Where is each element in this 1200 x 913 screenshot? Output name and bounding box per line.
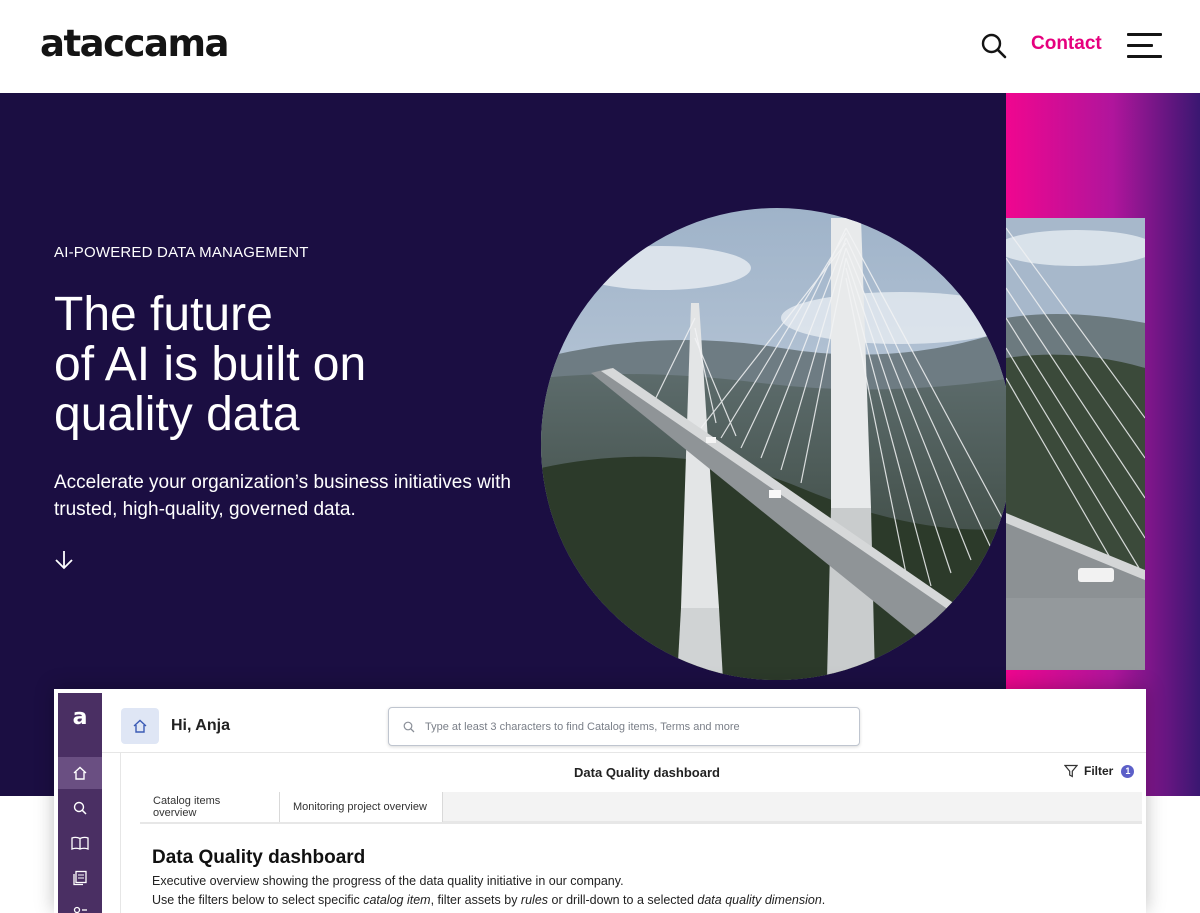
instructions-text: Use the filters below to select specific: [152, 893, 364, 907]
dashboard-title: Data Quality dashboard: [574, 765, 720, 780]
search-icon[interactable]: [980, 32, 1008, 60]
hero-title-line: quality data: [54, 388, 300, 441]
book-icon: [71, 836, 89, 850]
filter-icon: [1064, 764, 1078, 778]
filter-button[interactable]: Filter 1: [1064, 764, 1135, 778]
dashboard-preview: a Hi, Anja Type at least 3 characters to…: [54, 689, 1146, 913]
sidebar-search[interactable]: [58, 792, 102, 824]
user-greeting: Hi, Anja: [171, 717, 230, 734]
hero-title-line: of AI is built on: [54, 338, 367, 391]
dashboard-search[interactable]: [388, 707, 860, 746]
dashboard-instructions: Use the filters below to select specific…: [152, 893, 825, 907]
dashboard-logo[interactable]: a: [58, 705, 102, 730]
home-button[interactable]: [121, 708, 159, 744]
search-icon: [73, 801, 87, 815]
sidebar-settings[interactable]: [58, 897, 102, 913]
instructions-text: .: [821, 893, 826, 907]
menu-bar: [1127, 55, 1162, 58]
documents-icon: [73, 870, 87, 886]
instructions-dimension: data quality dimension: [697, 893, 822, 907]
hero-title: The future of AI is built on quality dat…: [54, 290, 534, 440]
sidebar-catalog[interactable]: [58, 827, 102, 859]
bridge-image-circle: [541, 208, 1013, 680]
tab-catalog-items-overview[interactable]: Catalog items overview: [140, 792, 280, 822]
menu-bar: [1127, 33, 1162, 36]
tab-monitoring-project-overview[interactable]: Monitoring project overview: [280, 792, 443, 822]
hero-title-line: The future: [54, 288, 273, 341]
dashboard-topbar: Hi, Anja: [102, 689, 1146, 753]
instructions-text: , filter assets by: [430, 893, 521, 907]
contact-link[interactable]: Contact: [1031, 33, 1102, 55]
dashboard-tabs: Catalog items overview Monitoring projec…: [140, 792, 1142, 824]
dashboard-description: Executive overview showing the progress …: [152, 874, 624, 888]
ataccama-logo[interactable]: ataccama: [40, 22, 229, 65]
dashboard-search-input[interactable]: [425, 717, 845, 737]
hamburger-menu-icon[interactable]: [1127, 33, 1162, 58]
instructions-rules: rules: [520, 893, 549, 907]
dashboard-heading: Data Quality dashboard: [152, 847, 366, 868]
top-navigation: ataccama Contact: [0, 0, 1200, 93]
filter-count-badge: 1: [1121, 764, 1135, 778]
home-icon: [133, 719, 147, 733]
menu-bar: [1127, 44, 1153, 47]
search-icon: [403, 721, 415, 733]
hero-subtitle: Accelerate your organization’s business …: [54, 472, 511, 520]
sidebar-documents[interactable]: [58, 862, 102, 894]
bridge-image-rect: [1006, 218, 1145, 670]
instructions-text: or drill-down to a selected: [548, 893, 698, 907]
hero-eyebrow: AI-POWERED DATA MANAGEMENT: [54, 244, 309, 261]
filter-label: Filter: [1084, 764, 1114, 778]
settings-icon: [73, 906, 87, 913]
dashboard-sidebar: a: [58, 693, 102, 913]
instructions-catalog-item: catalog item: [363, 893, 431, 907]
arrow-down-icon[interactable]: [52, 548, 76, 572]
